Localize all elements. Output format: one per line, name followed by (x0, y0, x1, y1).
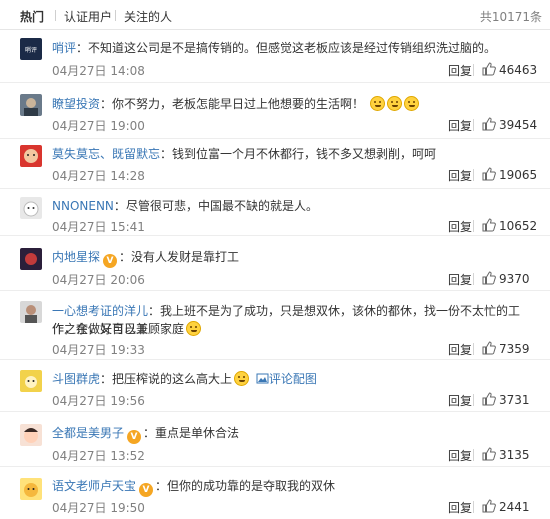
like-count: 19065 (499, 168, 538, 182)
user-name[interactable]: 莫失莫忘、既留默忘 (52, 147, 160, 161)
thumbs-up-icon (482, 271, 496, 285)
comment-item: 全都是美男子 V ：重点是单休合法 04月27日 13:52 回复 3135 (0, 412, 550, 467)
avatar[interactable] (20, 424, 42, 446)
thumbs-up-icon (482, 167, 496, 181)
like-count: 7359 (499, 342, 530, 356)
like-button[interactable]: 10652 (482, 218, 537, 233)
reply-button[interactable]: 回复 (448, 341, 472, 358)
tab-divider (115, 10, 116, 21)
tab-hot[interactable]: 热门 (20, 8, 44, 25)
comment-time: 04月27日 19:00 (52, 119, 145, 133)
avatar[interactable] (20, 94, 42, 116)
like-button[interactable]: 2441 (482, 499, 530, 514)
like-button[interactable]: 3731 (482, 392, 530, 407)
comment-tabs: 热门 认证用户 关注的人 共10171条 (0, 0, 550, 30)
like-count: 3135 (499, 448, 530, 462)
svg-text:哨评: 哨评 (25, 46, 37, 54)
verified-badge-icon: V (127, 430, 142, 444)
like-count: 39454 (499, 118, 538, 132)
verified-badge-icon: V (139, 483, 154, 497)
comment-item: 内地星探 V ：没有人发财是靠打工 04月27日 20:06 回复 9370 (0, 236, 550, 291)
smile-emoji-icon (403, 96, 419, 111)
avatar[interactable] (20, 197, 42, 219)
comment-time: 04月27日 13:52 (52, 449, 145, 463)
comment-item: NNONENN：尽管很可悲，中国最不缺的就是人。 04月27日 15:41 回复… (0, 189, 550, 236)
tab-divider (55, 10, 56, 21)
comment-item: 瞭望投资：你不努力，老板怎能早日过上他想要的生活啊！ 04月27日 19:00 … (0, 83, 550, 139)
thumbs-up-icon (482, 447, 496, 461)
smile-emoji-icon (186, 321, 202, 336)
reply-button[interactable]: 回复 (448, 499, 472, 516)
avatar[interactable]: 哨评 (20, 38, 42, 60)
comment-text-continued: 作之余，又可以兼顾家庭 (52, 322, 185, 336)
reply-button[interactable]: 回复 (448, 167, 472, 184)
thumbs-up-icon (482, 392, 496, 406)
image-icon (256, 373, 269, 384)
like-button[interactable]: 46463 (482, 62, 537, 77)
like-count: 46463 (499, 63, 538, 77)
thumbs-up-icon (482, 62, 496, 76)
smile-emoji-icon (386, 96, 402, 111)
tab-following[interactable]: 关注的人 (124, 8, 172, 25)
like-count: 10652 (499, 219, 538, 233)
comment-text: 没有人发财是靠打工 (131, 250, 240, 264)
user-name[interactable]: 一心想考证的洋儿 (52, 304, 148, 318)
verified-badge-icon: V (103, 254, 118, 268)
user-name[interactable]: 全都是美男子 (52, 426, 124, 440)
user-name[interactable]: 瞭望投资 (52, 97, 100, 111)
user-name[interactable]: NNONENN (52, 199, 114, 213)
avatar[interactable] (20, 478, 42, 500)
smile-emoji-icon (369, 96, 385, 111)
like-button[interactable]: 9370 (482, 271, 530, 286)
comment-text: 你不努力，老板怎能早日过上他想要的生活啊！ (112, 97, 365, 111)
user-name[interactable]: 哨评 (52, 41, 76, 55)
comment-time: 04月27日 15:41 (52, 220, 145, 234)
comment-text: 不知道这公司是不是搞传销的。但感觉这老板应该是经过传销组织洗过脑的。 (88, 41, 497, 55)
like-button[interactable]: 19065 (482, 167, 537, 182)
comment-item: 哨评 哨评：不知道这公司是不是搞传销的。但感觉这老板应该是经过传销组织洗过脑的。… (0, 30, 550, 83)
like-count: 3731 (499, 393, 530, 407)
avatar[interactable] (20, 301, 42, 323)
avatar[interactable] (20, 248, 42, 270)
comment-item: 一心想考证的洋儿：我上班不是为了成功，只是想双休，该休的都休，找一份不太忙的工作… (0, 291, 550, 360)
smile-emoji-icon (234, 371, 250, 386)
user-name[interactable]: 斗图群虎 (52, 372, 100, 386)
comment-text: 尽管很可悲，中国最不缺的就是人。 (125, 199, 318, 213)
thumbs-up-icon (482, 117, 496, 131)
comment-text: 把压榨说的这么高大上 (112, 372, 233, 386)
comment-text: 但你的成功靠的是夺取我的双休 (167, 479, 336, 493)
reply-button[interactable]: 回复 (448, 62, 472, 79)
comment-time: 04月27日 19:56 (52, 394, 145, 408)
like-count: 9370 (499, 272, 530, 286)
tab-verified-users[interactable]: 认证用户 (64, 8, 112, 25)
comment-time: 04月27日 14:28 (52, 169, 145, 183)
avatar[interactable] (20, 145, 42, 167)
comment-time: 04月27日 19:33 (52, 343, 145, 357)
like-count: 2441 (499, 500, 530, 514)
like-button[interactable]: 7359 (482, 341, 530, 356)
thumbs-up-icon (482, 499, 496, 513)
reply-button[interactable]: 回复 (448, 271, 472, 288)
reply-button[interactable]: 回复 (448, 117, 472, 134)
avatar[interactable] (20, 370, 42, 392)
comment-image-link[interactable]: 评论配图 (269, 372, 317, 386)
comment-time: 04月27日 20:06 (52, 273, 145, 287)
comment-item: 莫失莫忘、既留默忘：钱到位富一个月不休都行，钱不多又想剥削，呵呵 04月27日 … (0, 139, 550, 189)
like-button[interactable]: 3135 (482, 447, 530, 462)
comment-item: 斗图群虎：把压榨说的这么高大上 评论配图 04月27日 19:56 回复 373… (0, 360, 550, 412)
user-name[interactable]: 内地星探 (52, 250, 100, 264)
reply-button[interactable]: 回复 (448, 447, 472, 464)
comment-time: 04月27日 14:08 (52, 64, 145, 78)
reply-button[interactable]: 回复 (448, 218, 472, 235)
thumbs-up-icon (482, 341, 496, 355)
user-name[interactable]: 语文老师卢天宝 (52, 479, 136, 493)
comment-text: 钱到位富一个月不休都行，钱不多又想剥削，呵呵 (172, 147, 437, 161)
comment-text: 重点是单休合法 (155, 426, 240, 440)
comment-total-count: 共10171条 (479, 10, 542, 24)
comment-time: 04月27日 19:50 (52, 501, 145, 515)
like-button[interactable]: 39454 (482, 117, 537, 132)
thumbs-up-icon (482, 218, 496, 232)
reply-button[interactable]: 回复 (448, 392, 472, 409)
comment-item: 语文老师卢天宝 V ：但你的成功靠的是夺取我的双休 04月27日 19:50 回复 … (0, 467, 550, 519)
